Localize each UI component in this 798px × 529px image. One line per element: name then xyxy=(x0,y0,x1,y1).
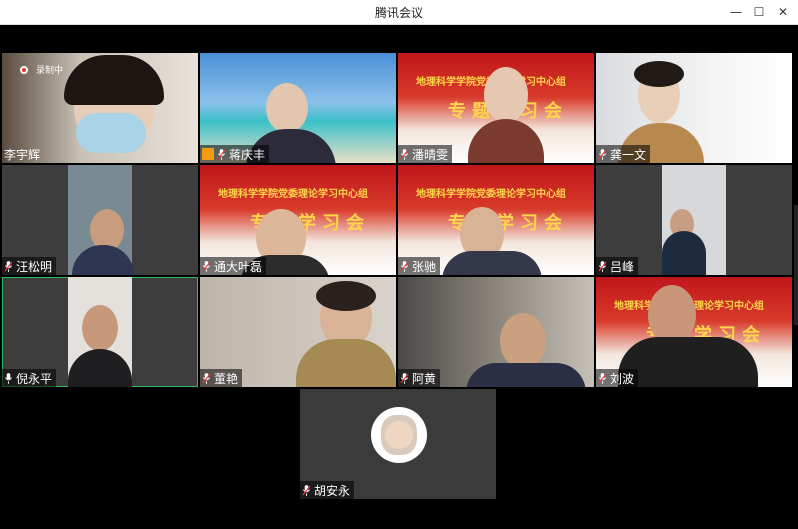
banner-title: 地理科学学院党委理论学习中心组 xyxy=(218,189,368,200)
participant-label: 李宇辉 xyxy=(2,145,44,163)
video-tile[interactable]: 胡安永 xyxy=(300,389,496,499)
scrollbar[interactable] xyxy=(794,205,798,325)
participant-name: 蒋庆丰 xyxy=(229,147,266,162)
mic-on-icon xyxy=(4,373,13,384)
mic-muted-icon xyxy=(217,149,226,160)
participant-label: 龚一文 xyxy=(596,145,651,163)
record-icon xyxy=(20,65,28,74)
participant-label: 倪永平 xyxy=(2,369,57,387)
mic-muted-icon xyxy=(598,261,607,272)
video-tile[interactable]: 蒋庆丰 xyxy=(200,53,396,163)
mic-muted-icon xyxy=(400,261,409,272)
host-icon xyxy=(202,148,214,160)
video-tile[interactable]: 地理科学学院党委理论学习中心组 专题学习会 潘晴雯 xyxy=(398,53,594,163)
participant-label: 潘晴雯 xyxy=(398,145,453,163)
video-tile[interactable]: 地理科学学院党委理论学习中心组 专题学习会 张驰 xyxy=(398,165,594,275)
participant-name: 李宇辉 xyxy=(4,147,41,162)
participant-label: 蒋庆丰 xyxy=(200,145,270,163)
video-tile[interactable]: 吕峰 xyxy=(596,165,792,275)
video-tile[interactable]: 地理科学学院党委理论学习中心组 专题学习会 刘波 xyxy=(596,277,792,387)
participant-label: 董艳 xyxy=(200,369,243,387)
banner-title: 地理科学学院党委理论学习中心组 xyxy=(416,189,566,200)
participant-label: 通大叶磊 xyxy=(200,257,267,275)
video-tile[interactable]: 地理科学学院党委理论学习中心组 专题学习会 通大叶磊 xyxy=(200,165,396,275)
participant-name: 阿黄 xyxy=(412,371,437,386)
recording-indicator: 录制中 xyxy=(20,63,63,76)
participant-name: 董艳 xyxy=(214,371,239,386)
video-tile[interactable]: 董艳 xyxy=(200,277,396,387)
video-tile-active-speaker[interactable]: 倪永平 xyxy=(2,277,198,387)
minimize-button[interactable]: — xyxy=(725,3,747,21)
mic-muted-icon xyxy=(202,373,211,384)
participant-name: 刘波 xyxy=(610,371,635,386)
mic-muted-icon xyxy=(202,261,211,272)
mic-muted-icon xyxy=(598,373,607,384)
participant-name: 倪永平 xyxy=(16,371,53,386)
participant-label: 汪松明 xyxy=(2,257,57,275)
participant-label: 胡安永 xyxy=(300,481,355,499)
participant-name: 通大叶磊 xyxy=(214,259,263,274)
window-title: 腾讯会议 xyxy=(374,6,423,20)
close-button[interactable]: ✕ xyxy=(772,3,794,21)
participant-label: 张驰 xyxy=(398,257,441,275)
participant-name: 龚一文 xyxy=(610,147,647,162)
mic-muted-icon xyxy=(400,149,409,160)
mic-muted-icon xyxy=(302,485,311,496)
participant-name: 汪松明 xyxy=(16,259,53,274)
participant-name: 张驰 xyxy=(412,259,437,274)
video-tile[interactable]: 汪松明 xyxy=(2,165,198,275)
title-bar: 腾讯会议 — ☐ ✕ xyxy=(0,0,798,25)
participant-name: 潘晴雯 xyxy=(412,147,449,162)
participant-label: 阿黄 xyxy=(398,369,441,387)
participant-label: 刘波 xyxy=(596,369,639,387)
participant-name: 吕峰 xyxy=(610,259,635,274)
video-tile[interactable]: 龚一文 xyxy=(596,53,792,163)
video-tile[interactable]: 阿黄 xyxy=(398,277,594,387)
mic-muted-icon xyxy=(400,373,409,384)
video-grid: 录制中 李宇辉 蒋庆丰 地理科学学院党委理论学习中心组 专题学习会 潘晴雯 龚一… xyxy=(0,25,798,529)
participant-label: 吕峰 xyxy=(596,257,639,275)
participant-name: 胡安永 xyxy=(314,483,351,498)
mic-muted-icon xyxy=(598,149,607,160)
avatar xyxy=(371,407,427,463)
maximize-button[interactable]: ☐ xyxy=(748,3,770,21)
mic-muted-icon xyxy=(4,261,13,272)
video-tile[interactable]: 录制中 李宇辉 xyxy=(2,53,198,163)
